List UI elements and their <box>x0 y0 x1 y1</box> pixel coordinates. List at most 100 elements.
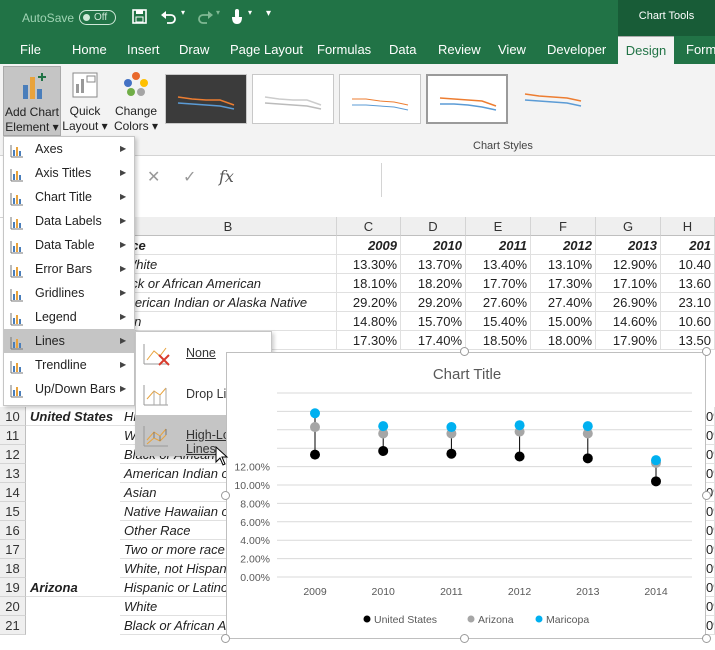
resize-handle-top-right[interactable] <box>702 347 711 356</box>
row-header-20[interactable]: 20 <box>0 597 26 616</box>
table-cell-value[interactable]: 27.40% <box>531 293 596 312</box>
tab-formulas[interactable]: Formulas <box>317 36 371 64</box>
row-header-21[interactable]: 21 <box>0 616 26 635</box>
row-header-19[interactable]: 19 <box>0 578 26 597</box>
table-cell-value[interactable]: 26.90% <box>596 293 661 312</box>
table-cell-value[interactable]: 17.70% <box>466 274 531 293</box>
table-cell-value[interactable]: 15.00% <box>531 312 596 331</box>
table-cell-value[interactable]: 15.70% <box>401 312 466 331</box>
resize-handle-bottom-right[interactable] <box>702 634 711 643</box>
chart-style-thumb-5[interactable] <box>513 74 595 124</box>
add-chart-element-button[interactable]: Add Chart Element ▾ <box>3 66 61 136</box>
tab-view[interactable]: View <box>498 36 526 64</box>
table-row-label[interactable]: White <box>120 255 337 274</box>
chart-style-thumb-1[interactable] <box>165 74 247 124</box>
table-cell-value[interactable]: 15.40% <box>466 312 531 331</box>
column-header-f[interactable]: F <box>531 217 596 236</box>
table-row-label[interactable]: ack or African American <box>120 274 337 293</box>
table-cell-value[interactable]: 23.10 <box>661 293 715 312</box>
resize-handle-left[interactable] <box>221 491 230 500</box>
autosave-toggle[interactable]: Off <box>79 10 116 25</box>
column-header-e[interactable]: E <box>466 217 531 236</box>
table-cell-value[interactable]: 17.40% <box>401 331 466 350</box>
row-header-11[interactable]: 11 <box>0 426 26 445</box>
column-header-g[interactable]: G <box>596 217 661 236</box>
table-cell-value[interactable]: 12.90% <box>596 255 661 274</box>
menu-item-axes[interactable]: Axes ▶ <box>4 137 134 161</box>
tab-review[interactable]: Review <box>438 36 481 64</box>
menu-item-chart-title[interactable]: Chart Title ▶ <box>4 185 134 209</box>
row-header-12[interactable]: 12 <box>0 445 26 464</box>
table-cell-value[interactable]: 14.60% <box>596 312 661 331</box>
table-cell-value[interactable]: 14.80% <box>337 312 401 331</box>
region-label[interactable]: United States <box>26 407 120 426</box>
save-icon[interactable] <box>132 9 147 24</box>
menu-item-trendline[interactable]: Trendline ▶ <box>4 353 134 377</box>
table-cell-value[interactable]: 13.40% <box>466 255 531 274</box>
table-cell-value[interactable]: 13.70% <box>401 255 466 274</box>
chart-style-thumb-2[interactable] <box>252 74 334 124</box>
customize-qat-icon[interactable]: ▾ <box>266 8 271 19</box>
column-header-h[interactable]: H <box>661 217 715 236</box>
row-header-13[interactable]: 13 <box>0 464 26 483</box>
tab-draw[interactable]: Draw <box>179 36 209 64</box>
menu-item-legend[interactable]: Legend ▶ <box>4 305 134 329</box>
table-cell-value[interactable]: 17.90% <box>596 331 661 350</box>
column-header-d[interactable]: D <box>401 217 466 236</box>
redo-icon[interactable] <box>196 9 214 24</box>
table-cell-value[interactable]: 18.10% <box>337 274 401 293</box>
row-header-15[interactable]: 15 <box>0 502 26 521</box>
menu-item-lines[interactable]: Lines ▶ <box>4 329 134 353</box>
chart-style-thumb-3[interactable] <box>339 74 421 124</box>
touch-mode-icon[interactable] <box>229 8 245 25</box>
tab-home[interactable]: Home <box>72 36 107 64</box>
touch-dropdown-icon[interactable]: ▾ <box>248 8 252 17</box>
menu-item-up-down-bars[interactable]: Up/Down Bars ▶ <box>4 377 134 401</box>
resize-handle-top[interactable] <box>460 347 469 356</box>
row-header-17[interactable]: 17 <box>0 540 26 559</box>
row-header-10[interactable]: 10 <box>0 407 26 426</box>
row-header-14[interactable]: 14 <box>0 483 26 502</box>
undo-dropdown-icon[interactable]: ▾ <box>181 8 185 17</box>
table-cell-value[interactable]: 13.30% <box>337 255 401 274</box>
tab-developer[interactable]: Developer <box>547 36 606 64</box>
tab-data[interactable]: Data <box>389 36 416 64</box>
table-cell-value[interactable]: 18.50% <box>466 331 531 350</box>
menu-item-axis-titles[interactable]: Axis Titles ▶ <box>4 161 134 185</box>
resize-handle-right[interactable] <box>702 491 711 500</box>
table-cell-value[interactable]: 13.10% <box>531 255 596 274</box>
table-row-label[interactable]: merican Indian or Alaska Native <box>120 293 337 312</box>
quick-layout-button[interactable]: Quick Layout ▾ <box>62 66 108 136</box>
column-header-b[interactable]: B <box>120 217 337 236</box>
table-cell-value[interactable]: 18.20% <box>401 274 466 293</box>
region-label[interactable]: Arizona <box>26 578 120 597</box>
tab-format[interactable]: Form <box>686 36 715 64</box>
chart-area[interactable]: Chart Title 0.00% 2.00% 4.00% 6.00% 8.00% 10.0… <box>226 352 706 639</box>
insert-function-button[interactable]: fx <box>219 167 234 186</box>
enter-icon[interactable]: ✓ <box>183 167 196 187</box>
change-colors-button[interactable]: Change Colors ▾ <box>113 66 159 136</box>
resize-handle-bottom[interactable] <box>460 634 469 643</box>
menu-item-gridlines[interactable]: Gridlines ▶ <box>4 281 134 305</box>
table-cell-value[interactable]: 18.00% <box>531 331 596 350</box>
column-header-c[interactable]: C <box>337 217 401 236</box>
row-header-16[interactable]: 16 <box>0 521 26 540</box>
table-cell-value[interactable]: 10.60 <box>661 312 715 331</box>
table-cell-value[interactable]: 29.20% <box>337 293 401 312</box>
row-header-18[interactable]: 18 <box>0 559 26 578</box>
menu-item-error-bars[interactable]: Error Bars ▶ <box>4 257 134 281</box>
table-cell-value[interactable]: 10.40 <box>661 255 715 274</box>
menu-item-data-table[interactable]: Data Table ▶ <box>4 233 134 257</box>
table-cell-value[interactable]: 13.60 <box>661 274 715 293</box>
menu-item-data-labels[interactable]: Data Labels ▶ <box>4 209 134 233</box>
tab-design[interactable]: Design <box>618 36 674 64</box>
table-row-label[interactable]: ian <box>120 312 337 331</box>
tab-insert[interactable]: Insert <box>127 36 160 64</box>
table-cell-value[interactable]: 27.60% <box>466 293 531 312</box>
table-cell-value[interactable]: 17.30% <box>531 274 596 293</box>
tab-page-layout[interactable]: Page Layout <box>230 36 303 64</box>
chart-style-thumb-4[interactable] <box>426 74 508 124</box>
resize-handle-bottom-left[interactable] <box>221 634 230 643</box>
cancel-icon[interactable]: ✕ <box>147 167 160 187</box>
table-cell-value[interactable]: 17.10% <box>596 274 661 293</box>
